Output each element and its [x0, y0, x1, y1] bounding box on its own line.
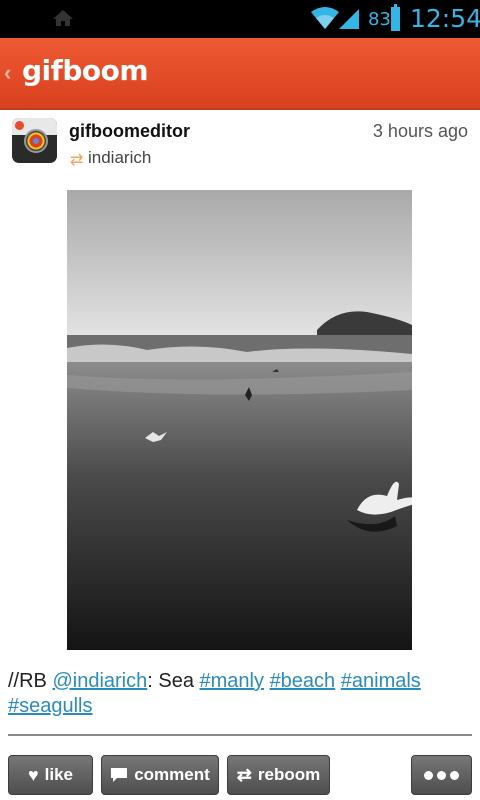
divider	[8, 734, 472, 736]
speech-bubble-icon	[111, 768, 128, 782]
reboom-label: reboom	[257, 765, 321, 784]
clock: 12:54	[410, 4, 480, 33]
hashtag-link[interactable]: #beach	[270, 670, 336, 692]
beach-seagulls-image	[67, 190, 412, 650]
hashtag-link[interactable]: #animals	[341, 670, 421, 692]
heart-icon: ♥	[27, 764, 39, 785]
more-dots-icon	[424, 770, 459, 780]
caption-prefix: //RB	[8, 670, 53, 692]
post-timestamp: 3 hours ago	[372, 121, 468, 141]
home-icon	[53, 10, 73, 26]
app-logo[interactable]: gifboom	[22, 54, 149, 87]
more-options-button[interactable]	[411, 755, 472, 795]
post-caption: //RB @indiarich: Sea #manly #beach #anim…	[8, 669, 472, 719]
like-button[interactable]: ♥ like	[8, 755, 93, 795]
hashtag-link[interactable]: #manly	[200, 670, 264, 692]
caption-mention-link[interactable]: @indiarich	[52, 670, 147, 692]
reboom-icon: ⇄	[236, 764, 252, 785]
comment-label: comment	[134, 765, 210, 784]
wifi-icon	[311, 7, 339, 29]
camera-lens-icon	[24, 129, 48, 153]
hashtag-link[interactable]: #seagulls	[8, 695, 93, 717]
post-username[interactable]: gifboomeditor	[69, 121, 190, 142]
caption-text: : Sea	[147, 670, 200, 692]
comment-button[interactable]: comment	[101, 755, 219, 795]
back-chevron-icon[interactable]: ‹	[4, 60, 11, 86]
reboom-small-icon: ⇄	[70, 152, 84, 169]
post-photo[interactable]	[67, 190, 412, 650]
avatar[interactable]	[12, 118, 57, 163]
like-label: like	[44, 765, 74, 784]
reboom-button[interactable]: ⇄ reboom	[227, 755, 330, 795]
status-bar: 83 12:54	[0, 0, 480, 38]
battery-icon	[391, 4, 400, 31]
app-bar: ‹ gifboom	[0, 38, 480, 110]
battery-percent: 83	[368, 9, 391, 30]
signal-icon	[339, 9, 359, 29]
reboomed-from-user[interactable]: indiarich	[88, 148, 151, 168]
